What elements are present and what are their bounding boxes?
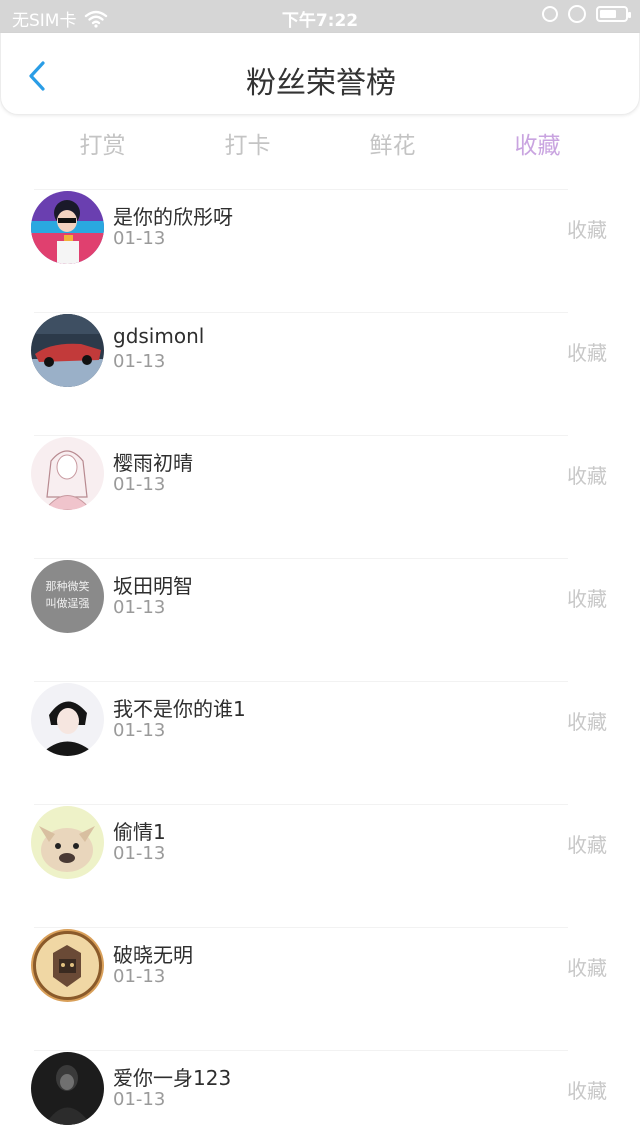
avatar xyxy=(31,929,104,1002)
fan-date: 01-13 xyxy=(113,597,166,618)
fan-name: 我不是你的谁1 xyxy=(113,697,246,721)
favorite-label[interactable]: 收藏 xyxy=(567,214,607,243)
fan-name: 是你的欣彤呀 xyxy=(113,205,233,229)
avatar xyxy=(31,683,104,756)
list-item[interactable]: 爱你一身123 01-13 收藏 xyxy=(0,1039,640,1138)
avatar-text: 叫做逞强 xyxy=(46,596,90,610)
status-bar: 无SIM卡 下午7:22 xyxy=(0,0,640,33)
list-item[interactable]: 那种微笑 叫做逞强 坂田明智 01-13 收藏 xyxy=(0,547,640,670)
fan-name: 樱雨初晴 xyxy=(113,451,193,475)
favorite-label[interactable]: 收藏 xyxy=(567,952,607,981)
fan-date: 01-13 xyxy=(113,1089,166,1110)
avatar xyxy=(31,314,104,387)
fan-name: 坂田明智 xyxy=(113,574,193,598)
fan-date: 01-13 xyxy=(113,966,166,987)
list-item[interactable]: 樱雨初晴 01-13 收藏 xyxy=(0,424,640,547)
favorite-label[interactable]: 收藏 xyxy=(567,1075,607,1104)
favorite-label[interactable]: 收藏 xyxy=(567,583,607,612)
alarm-icon xyxy=(568,5,586,23)
favorite-label[interactable]: 收藏 xyxy=(567,706,607,735)
tab-flowers[interactable]: 鲜花 xyxy=(320,126,465,166)
tab-favorites[interactable]: 收藏 xyxy=(465,126,610,166)
tab-checkin[interactable]: 打卡 xyxy=(175,126,320,166)
list-item[interactable]: 偷情1 01-13 收藏 xyxy=(0,793,640,916)
fan-name: 破晓无明 xyxy=(113,943,193,967)
page-title: 粉丝荣誉榜 xyxy=(246,66,396,101)
favorite-label[interactable]: 收藏 xyxy=(567,829,607,858)
fan-name: 偷情1 xyxy=(113,820,166,844)
favorite-label[interactable]: 收藏 xyxy=(567,460,607,489)
list-item[interactable]: 我不是你的谁1 01-13 收藏 xyxy=(0,670,640,793)
fan-date: 01-13 xyxy=(113,228,166,249)
avatar xyxy=(31,806,104,879)
tab-reward[interactable]: 打赏 xyxy=(30,126,175,166)
fan-date: 01-13 xyxy=(113,351,166,372)
rotation-lock-icon xyxy=(542,6,558,22)
favorite-label[interactable]: 收藏 xyxy=(567,337,607,366)
avatar: 那种微笑 叫做逞强 xyxy=(31,560,104,633)
fan-date: 01-13 xyxy=(113,843,166,864)
list-item[interactable]: 是你的欣彤呀 01-13 收藏 xyxy=(0,178,640,301)
fan-date: 01-13 xyxy=(113,720,166,741)
battery-icon xyxy=(596,6,631,22)
list-item[interactable]: gdsimonl 01-13 收藏 xyxy=(0,301,640,424)
fan-list: 是你的欣彤呀 01-13 收藏 gdsimonl 01-13 收藏 樱雨初晴 0… xyxy=(0,178,640,1138)
avatar xyxy=(31,1052,104,1125)
avatar xyxy=(31,437,104,510)
nav-header: 粉丝荣誉榜 xyxy=(0,33,640,115)
avatar-text: 那种微笑 xyxy=(46,579,90,593)
tab-bar: 打赏 打卡 鲜花 收藏 xyxy=(30,126,610,166)
avatar xyxy=(31,191,104,264)
fan-name: gdsimonl xyxy=(113,324,205,348)
fan-date: 01-13 xyxy=(113,474,166,495)
fan-name: 爱你一身123 xyxy=(113,1066,232,1090)
list-item[interactable]: 破晓无明 01-13 收藏 xyxy=(0,916,640,1039)
status-right xyxy=(542,5,631,23)
